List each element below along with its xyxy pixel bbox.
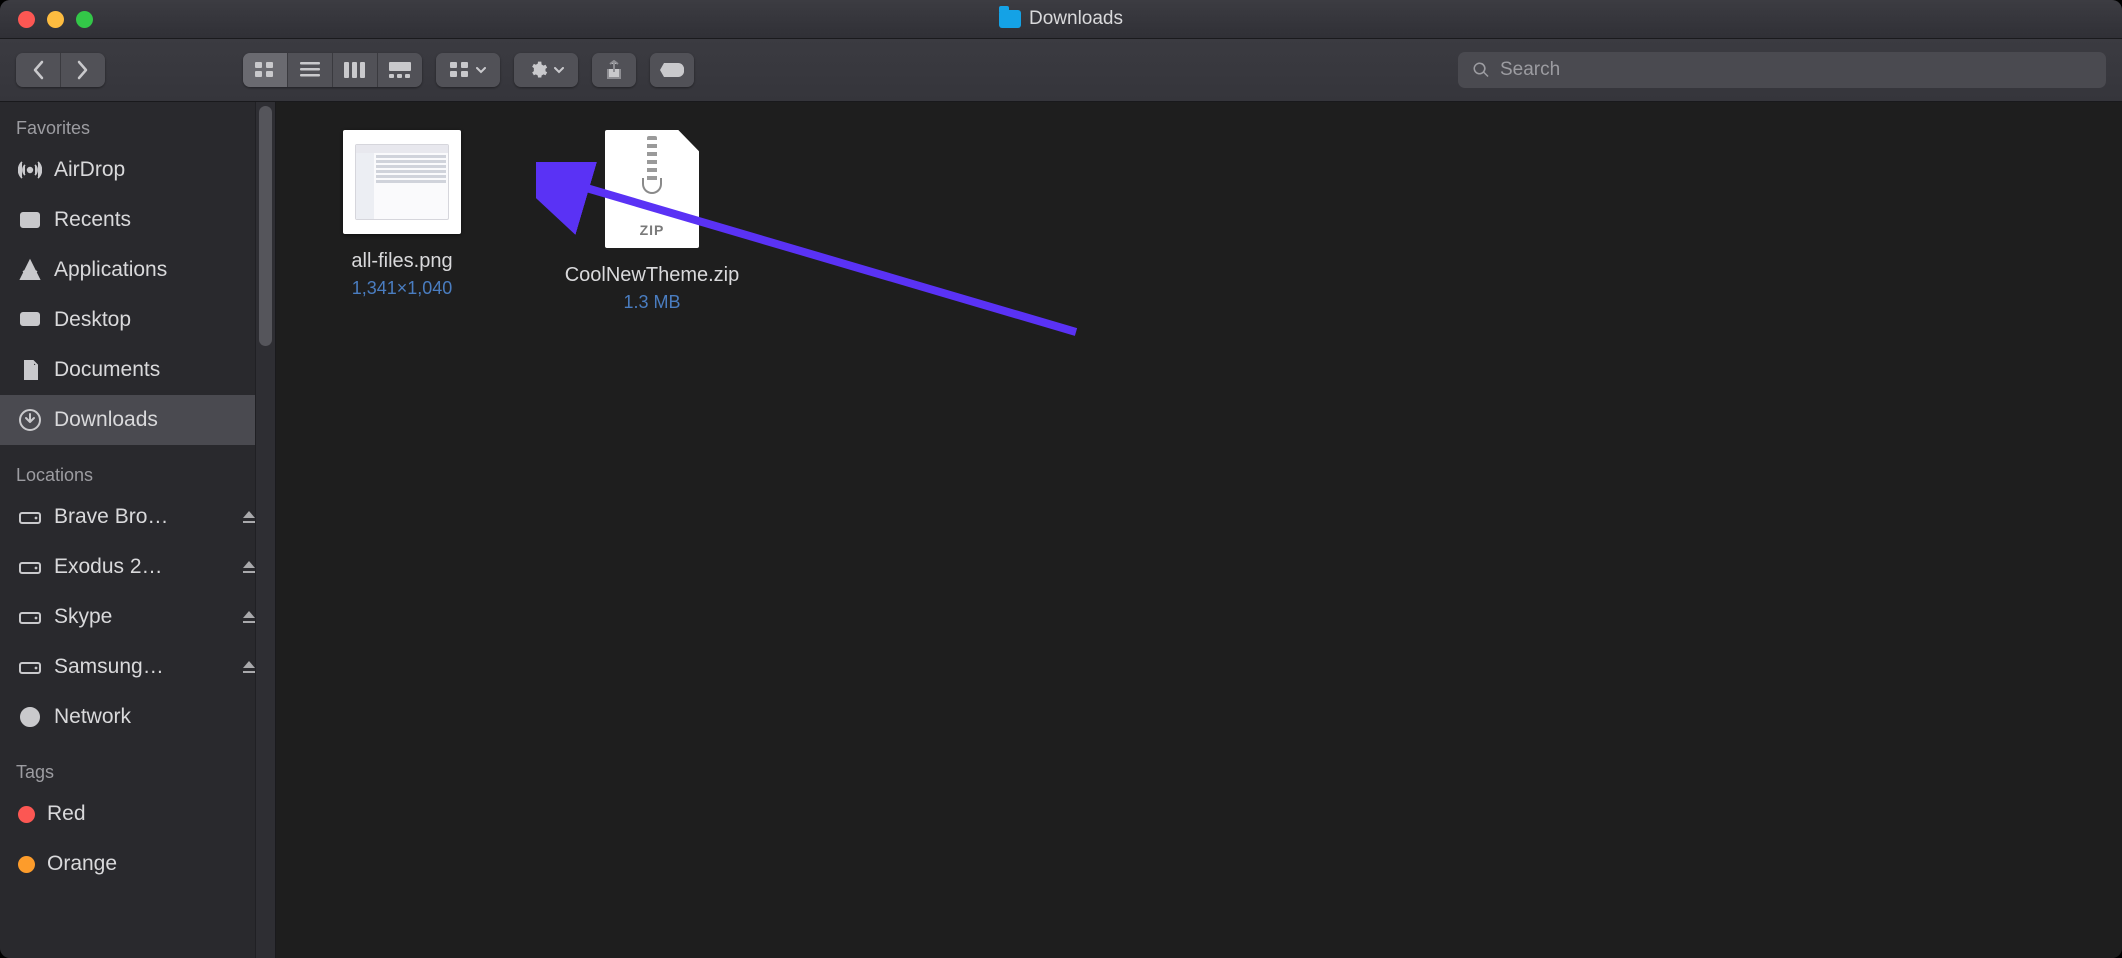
minimize-window-button[interactable] [47,11,64,28]
finder-window: Downloads [0,0,2122,958]
sidebar-item-label: Skype [54,605,229,629]
edit-tags-button[interactable] [650,53,694,87]
gallery-view-button[interactable] [378,53,422,87]
sidebar-item-label: AirDrop [54,158,257,182]
window-title-text: Downloads [1029,8,1123,30]
sidebar-item-airdrop[interactable]: AirDrop [0,145,275,195]
file-name: CoolNewTheme.zip [565,262,740,288]
share-button-group [592,53,636,87]
sidebar-item-label: Applications [54,258,257,282]
gear-icon [528,60,548,80]
tag-dot-icon [18,856,35,873]
disk-icon [18,507,42,527]
sidebar-item-disk[interactable]: Brave Bro… [0,492,275,542]
body: Favorites AirDrop Recents Applications D… [0,102,2122,958]
icon-view-button[interactable] [243,53,288,87]
file-meta: 1.3 MB [623,292,680,313]
sidebar-item-tag-red[interactable]: Red [0,789,275,839]
sidebar-item-label: Brave Bro… [54,505,229,529]
sidebar-item-recents[interactable]: Recents [0,195,275,245]
sidebar-scroll-thumb[interactable] [259,106,272,346]
sidebar-item-label: Red [47,802,257,826]
folder-icon [999,10,1021,28]
chevron-down-icon [554,67,564,74]
group-by-button[interactable] [436,53,500,87]
back-button[interactable] [16,53,61,87]
sidebar-section-locations: Locations [0,459,275,492]
column-view-icon [344,62,366,78]
sidebar-item-label: Exodus 2… [54,555,229,579]
disk-icon [18,657,42,677]
file-item[interactable]: all-files.png 1,341×1,040 [302,130,502,299]
view-mode-buttons [243,53,422,87]
nav-buttons [16,53,105,87]
file-thumbnail [343,130,461,234]
disk-icon [18,557,42,577]
zoom-window-button[interactable] [76,11,93,28]
list-view-button[interactable] [288,53,333,87]
documents-icon [18,358,42,382]
group-by-icon [450,62,470,78]
file-item[interactable]: ZIP CoolNewTheme.zip 1.3 MB [552,130,752,313]
downloads-icon [18,408,42,432]
group-by-button-group [436,53,500,87]
icon-view-icon [255,62,275,78]
search-field[interactable]: Search [1458,52,2106,88]
forward-button[interactable] [61,53,105,87]
zip-icon [642,130,662,194]
titlebar: Downloads [0,0,2122,39]
chevron-right-icon [76,60,90,80]
sidebar: Favorites AirDrop Recents Applications D… [0,102,276,958]
sidebar-section-favorites: Favorites [0,112,275,145]
sidebar-section-tags: Tags [0,756,275,789]
file-meta: 1,341×1,040 [352,278,453,299]
desktop-icon [18,308,42,332]
chevron-left-icon [31,60,45,80]
sidebar-item-documents[interactable]: Documents [0,345,275,395]
share-icon [605,60,623,80]
sidebar-scrollbar[interactable] [255,102,275,958]
gallery-view-icon [389,62,411,78]
network-icon [18,705,42,729]
sidebar-item-network[interactable]: Network [0,692,275,742]
sidebar-item-disk[interactable]: Samsung… [0,642,275,692]
window-title: Downloads [0,8,2122,30]
search-icon [1472,61,1490,79]
sidebar-item-label: Samsung… [54,655,229,679]
sidebar-item-label: Documents [54,358,257,382]
file-badge: ZIP [640,222,665,238]
sidebar-item-downloads[interactable]: Downloads [0,395,275,445]
sidebar-item-label: Desktop [54,308,257,332]
disk-icon [18,607,42,627]
sidebar-item-disk[interactable]: Skype [0,592,275,642]
sidebar-item-label: Orange [47,852,257,876]
sidebar-item-disk[interactable]: Exodus 2… [0,542,275,592]
file-name: all-files.png [351,248,452,274]
action-button-group [514,53,578,87]
tag-icon [660,63,684,77]
sidebar-item-label: Recents [54,208,257,232]
airdrop-icon [18,158,42,182]
list-view-icon [300,62,320,78]
column-view-button[interactable] [333,53,378,87]
action-button[interactable] [514,53,578,87]
sidebar-item-applications[interactable]: Applications [0,245,275,295]
search-placeholder: Search [1500,59,1560,81]
toolbar: Search [0,39,2122,102]
tags-button-group [650,53,694,87]
close-window-button[interactable] [18,11,35,28]
image-preview-icon [355,144,449,220]
sidebar-item-label: Downloads [54,408,257,432]
sidebar-item-label: Network [54,705,257,729]
file-grid[interactable]: all-files.png 1,341×1,040 ZIP CoolNewThe… [276,102,2122,958]
tag-dot-icon [18,806,35,823]
applications-icon [18,258,42,282]
file-thumbnail: ZIP [605,130,699,248]
sidebar-item-tag-orange[interactable]: Orange [0,839,275,889]
sidebar-item-desktop[interactable]: Desktop [0,295,275,345]
recents-icon [18,208,42,232]
chevron-down-icon [476,67,486,74]
share-button[interactable] [592,53,636,87]
traffic-lights [0,11,93,28]
